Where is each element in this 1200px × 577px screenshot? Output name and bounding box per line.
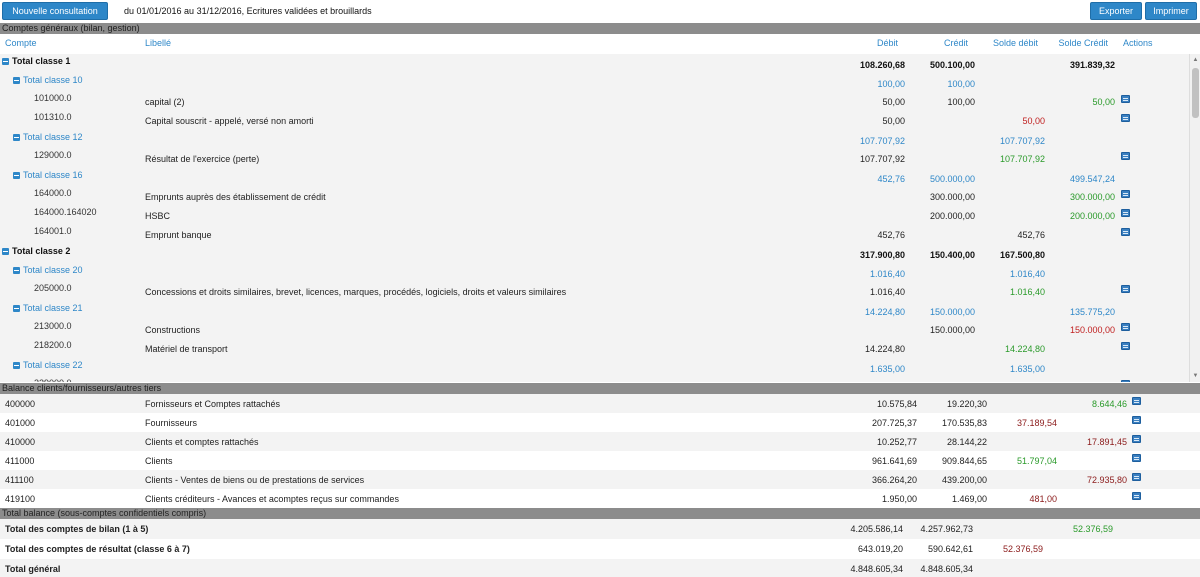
account-row[interactable]: Total classe 10 100,00 100,00 bbox=[0, 73, 1188, 92]
col-libelle[interactable]: Libellé bbox=[145, 38, 171, 48]
class-total-text: Total classe 16 bbox=[23, 170, 83, 180]
account-code[interactable]: 101000.0 bbox=[34, 93, 72, 112]
ledger-book-icon[interactable] bbox=[1132, 454, 1141, 462]
general-section-header: Comptes généraux (bilan, gestion) bbox=[0, 23, 1200, 34]
col-debit[interactable]: Débit bbox=[846, 38, 898, 48]
period-label: du 01/01/2016 au 31/12/2016, Ecritures v… bbox=[124, 6, 372, 16]
class-total-text: Total classe 10 bbox=[23, 75, 83, 85]
scroll-up-arrow-icon[interactable]: ▲ bbox=[1192, 56, 1199, 64]
total-row: Total des comptes de résultat (classe 6 … bbox=[0, 539, 1200, 559]
account-row[interactable]: 164000.164020 HSBC 200.000,00 200.000,00 bbox=[0, 206, 1188, 225]
ledger-book-icon[interactable] bbox=[1121, 285, 1130, 293]
account-row[interactable]: 164001.0 Emprunt banque 452,76 452,76 bbox=[0, 225, 1188, 244]
account-code[interactable]: 164001.0 bbox=[34, 226, 72, 245]
account-row[interactable]: Total classe 20 1.016,40 1.016,40 bbox=[0, 263, 1188, 282]
col-solde-debit[interactable]: Solde débit bbox=[980, 38, 1038, 48]
col-credit[interactable]: Crédit bbox=[916, 38, 968, 48]
ledger-book-icon[interactable] bbox=[1132, 397, 1141, 405]
account-row[interactable]: 229000.0 bbox=[0, 377, 1188, 382]
collapse-minus-icon[interactable] bbox=[13, 134, 20, 141]
collapse-minus-icon[interactable] bbox=[13, 172, 20, 179]
col-compte[interactable]: Compte bbox=[5, 38, 37, 48]
account-row[interactable]: 129000.0 Résultat de l'exercice (perte) 10… bbox=[0, 149, 1188, 168]
ledger-book-icon[interactable] bbox=[1121, 95, 1130, 103]
account-row[interactable]: 164000.0 Emprunts auprès des établissemen… bbox=[0, 187, 1188, 206]
account-code[interactable]: 213000.0 bbox=[34, 321, 72, 340]
export-button[interactable]: Exporter bbox=[1090, 2, 1142, 20]
account-row[interactable]: 101000.0 capital (2) 50,00 100,00 50,00 bbox=[0, 92, 1188, 111]
col-actions: Actions bbox=[1123, 38, 1153, 48]
scroll-down-arrow-icon[interactable]: ▼ bbox=[1192, 372, 1199, 380]
solde-credit-value bbox=[1038, 564, 1113, 577]
account-code[interactable]: 205000.0 bbox=[34, 283, 72, 302]
account-row[interactable]: Total classe 12 107.707,92 107.707,92 bbox=[0, 130, 1188, 149]
account-code[interactable]: 164000.0 bbox=[34, 188, 72, 207]
tiers-section-header: Balance clients/fournisseurs/autres tier… bbox=[0, 383, 1200, 394]
general-accounts-list[interactable]: Total classe 1 108.260,68 500.100,00 391.83… bbox=[0, 54, 1200, 382]
tiers-row[interactable]: 419100 Clients créditeurs - Avances et ac… bbox=[0, 489, 1200, 508]
print-button[interactable]: Imprimer bbox=[1145, 2, 1197, 20]
account-row[interactable]: Total classe 21 14.224,80 150.000,00 135.77… bbox=[0, 301, 1188, 320]
ledger-book-icon[interactable] bbox=[1132, 492, 1141, 500]
account-code[interactable]: 229000.0 bbox=[34, 378, 72, 382]
total-row: Total général 4.848.605,34 4.848.605,34 bbox=[0, 559, 1200, 577]
scroll-thumb[interactable] bbox=[1192, 68, 1199, 118]
tiers-row[interactable]: 410000 Clients et comptes rattachés 10.252… bbox=[0, 432, 1200, 451]
tiers-row[interactable]: 411100 Clients - Ventes de biens ou de pr… bbox=[0, 470, 1200, 489]
ledger-book-icon[interactable] bbox=[1121, 114, 1130, 122]
account-row[interactable]: 205000.0 Concessions et droits similaires… bbox=[0, 282, 1188, 301]
collapse-minus-icon[interactable] bbox=[2, 248, 9, 255]
total-row: Total des comptes de bilan (1 à 5) 4.205.… bbox=[0, 519, 1200, 539]
account-row[interactable]: Total classe 16 452,76 500.000,00 499.547,2… bbox=[0, 168, 1188, 187]
ledger-book-icon[interactable] bbox=[1132, 473, 1141, 481]
account-row[interactable]: Total classe 2 317.900,80 150.400,00 167.50… bbox=[0, 244, 1188, 263]
solde-debit-value bbox=[968, 564, 1043, 577]
account-code[interactable]: 164000.164020 bbox=[34, 207, 97, 226]
collapse-minus-icon[interactable] bbox=[13, 362, 20, 369]
class-total-text: Total classe 21 bbox=[23, 303, 83, 313]
ledger-book-icon[interactable] bbox=[1121, 323, 1130, 331]
account-row[interactable]: 218200.0 Matériel de transport 14.224,80 14… bbox=[0, 339, 1188, 358]
class-total-text: Total classe 22 bbox=[23, 360, 83, 370]
ledger-book-icon[interactable] bbox=[1121, 228, 1130, 236]
ledger-book-icon[interactable] bbox=[1132, 435, 1141, 443]
credit-value: 4.848.605,34 bbox=[920, 564, 973, 574]
collapse-minus-icon[interactable] bbox=[13, 305, 20, 312]
ledger-book-icon[interactable] bbox=[1121, 342, 1130, 350]
class-total-text: Total classe 20 bbox=[23, 265, 83, 275]
tiers-row[interactable]: 400000 Fornisseurs et Comptes rattachés 10… bbox=[0, 394, 1200, 413]
debit-value: 4.848.605,34 bbox=[850, 564, 903, 574]
ledger-book-icon[interactable] bbox=[1121, 190, 1130, 198]
collapse-minus-icon[interactable] bbox=[13, 267, 20, 274]
collapse-minus-icon[interactable] bbox=[13, 77, 20, 84]
ledger-book-icon[interactable] bbox=[1121, 380, 1130, 382]
tiers-row[interactable]: 401000 Fournisseurs 207.725,37 170.535,83 37… bbox=[0, 413, 1200, 432]
totals-section-header: Total balance (sous-comptes confidentiel… bbox=[0, 508, 1200, 519]
ledger-book-icon[interactable] bbox=[1121, 152, 1130, 160]
account-code[interactable]: 101310.0 bbox=[34, 112, 72, 131]
account-code[interactable]: 129000.0 bbox=[34, 150, 72, 169]
collapse-minus-icon[interactable] bbox=[2, 58, 9, 65]
new-consultation-button[interactable]: Nouvelle consultation bbox=[2, 2, 108, 20]
total-label: Total général bbox=[5, 564, 61, 574]
account-row[interactable]: 213000.0 Constructions 150.000,00 150.000,0… bbox=[0, 320, 1188, 339]
account-row[interactable]: Total classe 1 108.260,68 500.100,00 391.83… bbox=[0, 54, 1188, 73]
class-total-text: Total classe 1 bbox=[12, 56, 71, 66]
toolbar: Nouvelle consultation du 01/01/2016 au 3… bbox=[0, 0, 1200, 22]
class-total-text: Total classe 12 bbox=[23, 132, 83, 142]
ledger-book-icon[interactable] bbox=[1132, 416, 1141, 424]
tiers-row[interactable]: 411000 Clients 961.641,69 909.844,65 51.797,… bbox=[0, 451, 1200, 470]
account-code[interactable]: 218200.0 bbox=[34, 340, 72, 359]
ledger-book-icon[interactable] bbox=[1121, 209, 1130, 217]
account-row[interactable]: 101310.0 Capital souscrit - appelé, versé… bbox=[0, 111, 1188, 130]
col-solde-credit[interactable]: Solde Crédit bbox=[1050, 38, 1108, 48]
account-row[interactable]: Total classe 22 1.635,00 1.635,00 bbox=[0, 358, 1188, 377]
general-scrollbar[interactable]: ▲ ▼ bbox=[1189, 54, 1200, 382]
class-total-text: Total classe 2 bbox=[12, 246, 71, 256]
